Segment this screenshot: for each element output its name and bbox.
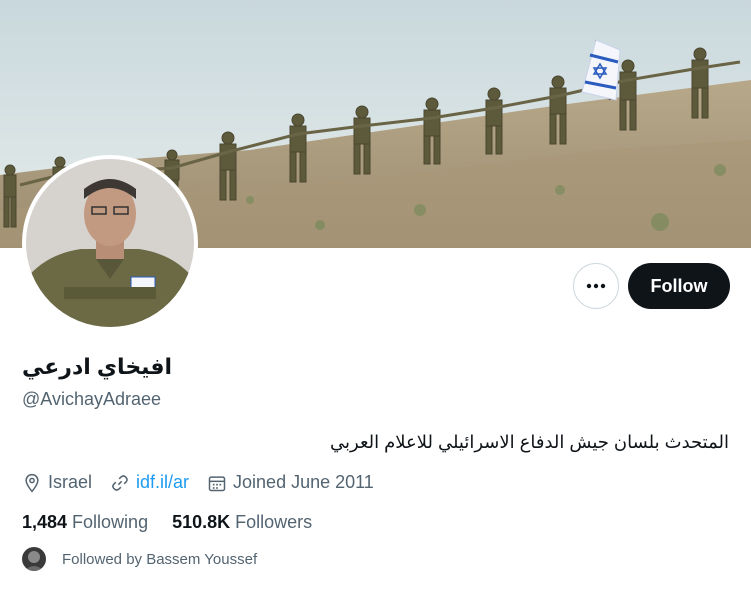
followers-count: 510.8K xyxy=(172,512,231,532)
joined-item: Joined June 2011 xyxy=(207,472,374,493)
followers-label: Followers xyxy=(235,512,313,532)
location-item: Israel xyxy=(22,472,92,493)
avatar-photo xyxy=(26,159,194,327)
website-item: idf.il/ar xyxy=(110,472,189,493)
following-stat[interactable]: 1,484 Following xyxy=(22,512,148,533)
followed-by-text: Followed by Bassem Youssef xyxy=(62,550,258,568)
joined-text: Joined June 2011 xyxy=(233,472,374,492)
location-text: Israel xyxy=(48,472,93,492)
profile-bio: المتحدث بلسان جيش الدفاع الاسرائيلي للاع… xyxy=(330,432,729,452)
calendar-icon xyxy=(208,475,226,491)
follow-stats: 1,484 Following 510.8K Followers xyxy=(22,512,336,533)
followers-stat[interactable]: 510.8K Followers xyxy=(172,512,312,533)
profile-meta: Israel idf.il/ar Joined June 2011 xyxy=(22,472,392,493)
user-handle: @AvichayAdraee xyxy=(22,389,162,409)
website-link[interactable]: idf.il/ar xyxy=(136,472,189,493)
more-options-button[interactable] xyxy=(573,263,619,309)
more-dots-icon xyxy=(586,283,606,289)
display-name: افيخاي ادرعي xyxy=(22,354,173,379)
followed-by[interactable]: Followed by Bassem Youssef xyxy=(22,547,257,571)
follower-avatar xyxy=(22,547,46,571)
profile-avatar[interactable] xyxy=(22,155,198,331)
link-icon xyxy=(112,474,128,491)
location-pin-icon xyxy=(25,473,39,492)
follow-button[interactable]: Follow xyxy=(628,263,730,309)
following-label: Following xyxy=(72,512,149,532)
following-count: 1,484 xyxy=(22,512,68,532)
